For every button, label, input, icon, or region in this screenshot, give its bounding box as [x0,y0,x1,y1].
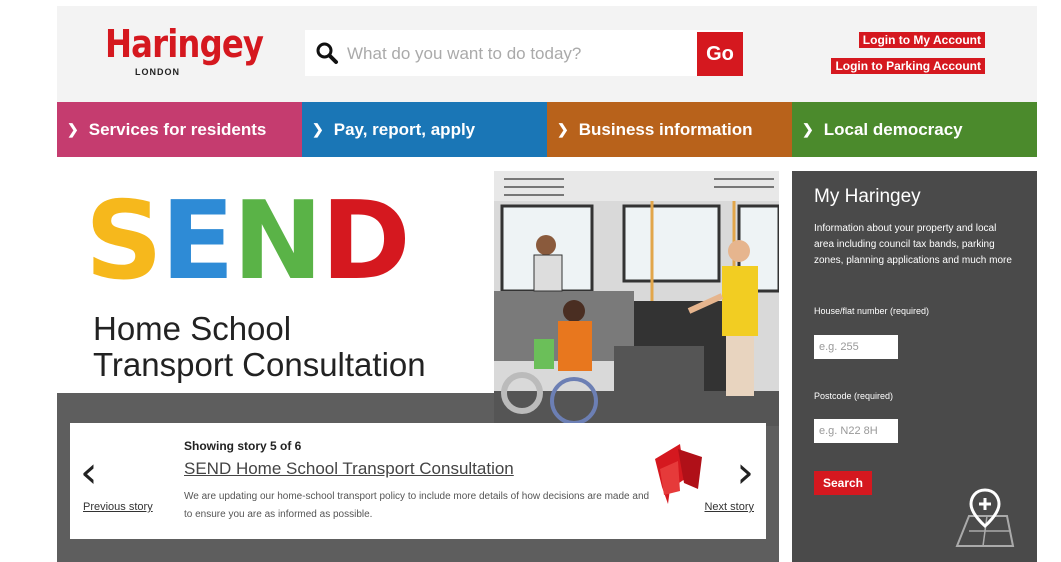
story-description: We are updating our home-school transpor… [184,491,650,520]
nav-business-information[interactable]: ❯ Business information [547,102,792,157]
chevron-left-icon[interactable]: ‹ [80,447,98,498]
hero-subtitle-line1: Home School [93,310,292,347]
nav-label: Services for residents [88,119,267,139]
search-button[interactable]: Search [814,471,872,495]
nav-services-for-residents[interactable]: ❯ Services for residents [57,102,302,157]
nav-label: Business information [578,119,753,139]
hero-banner[interactable]: SEND Home School Transport Consultation [57,171,494,393]
my-haringey-panel: My Haringey Information about your prope… [792,171,1037,562]
chevron-right-icon[interactable]: › [736,447,754,498]
login-links: Login to My Account Login to Parking Acc… [815,32,985,84]
main-nav: ❯ Services for residents ❯ Pay, report, ap… [57,102,1037,157]
story-carousel: SEND Home School Transport Consultation [57,171,779,562]
house-number-label: House/flat number (required) [814,306,930,316]
bus-illustration [494,171,779,426]
postcode-label: Postcode (required) [814,391,894,401]
nav-pay-report-apply[interactable]: ❯ Pay, report, apply [302,102,547,157]
postcode-input[interactable] [814,419,898,443]
chevron-right-icon: ❯ [802,121,814,137]
my-haringey-description: Information about your property and loca… [814,223,1012,266]
search-input[interactable] [345,39,689,69]
go-button[interactable]: Go [697,32,743,76]
house-number-input[interactable] [814,335,898,359]
chevron-right-icon: ❯ [67,121,79,137]
nav-local-democracy[interactable]: ❯ Local democracy [792,102,1037,157]
speech-bubbles-icon [655,444,702,504]
page: Haringey LONDON Go Login to My Account L… [57,6,1037,562]
send-letter-n: N [232,179,323,304]
previous-story-link[interactable]: Previous story [83,501,153,513]
logo-wordmark: Haringey [105,22,264,66]
logo-subtext: LONDON [135,67,180,77]
site-header: Haringey LONDON Go Login to My Account L… [57,6,1037,102]
send-heading: SEND [85,183,411,301]
nav-label: Local democracy [823,119,963,139]
story-panel: ‹ Previous story Showing story 5 of 6 SE… [70,423,766,539]
next-story-link[interactable]: Next story [704,501,754,513]
send-letter-s: S [85,179,163,304]
login-parking-account-link[interactable]: Login to Parking Account [831,58,985,74]
map-pin-icon [955,488,1015,547]
chevron-right-icon: ❯ [557,121,569,137]
chevron-right-icon: ❯ [312,121,324,137]
site-search: Go [305,30,743,76]
send-letter-e: E [160,179,235,304]
story-title-link[interactable]: SEND Home School Transport Consultation [184,459,514,479]
login-my-account-link[interactable]: Login to My Account [858,32,985,48]
search-icon [316,42,338,64]
story-count: Showing story 5 of 6 [184,439,302,453]
haringey-logo[interactable]: Haringey LONDON [105,20,264,80]
nav-label: Pay, report, apply [333,119,476,139]
send-letter-d: D [320,179,411,304]
hero-subtitle-line2: Transport Consultation [93,346,426,383]
my-haringey-title: My Haringey [814,186,921,207]
hero-subtitle: Home School Transport Consultation [93,311,493,383]
